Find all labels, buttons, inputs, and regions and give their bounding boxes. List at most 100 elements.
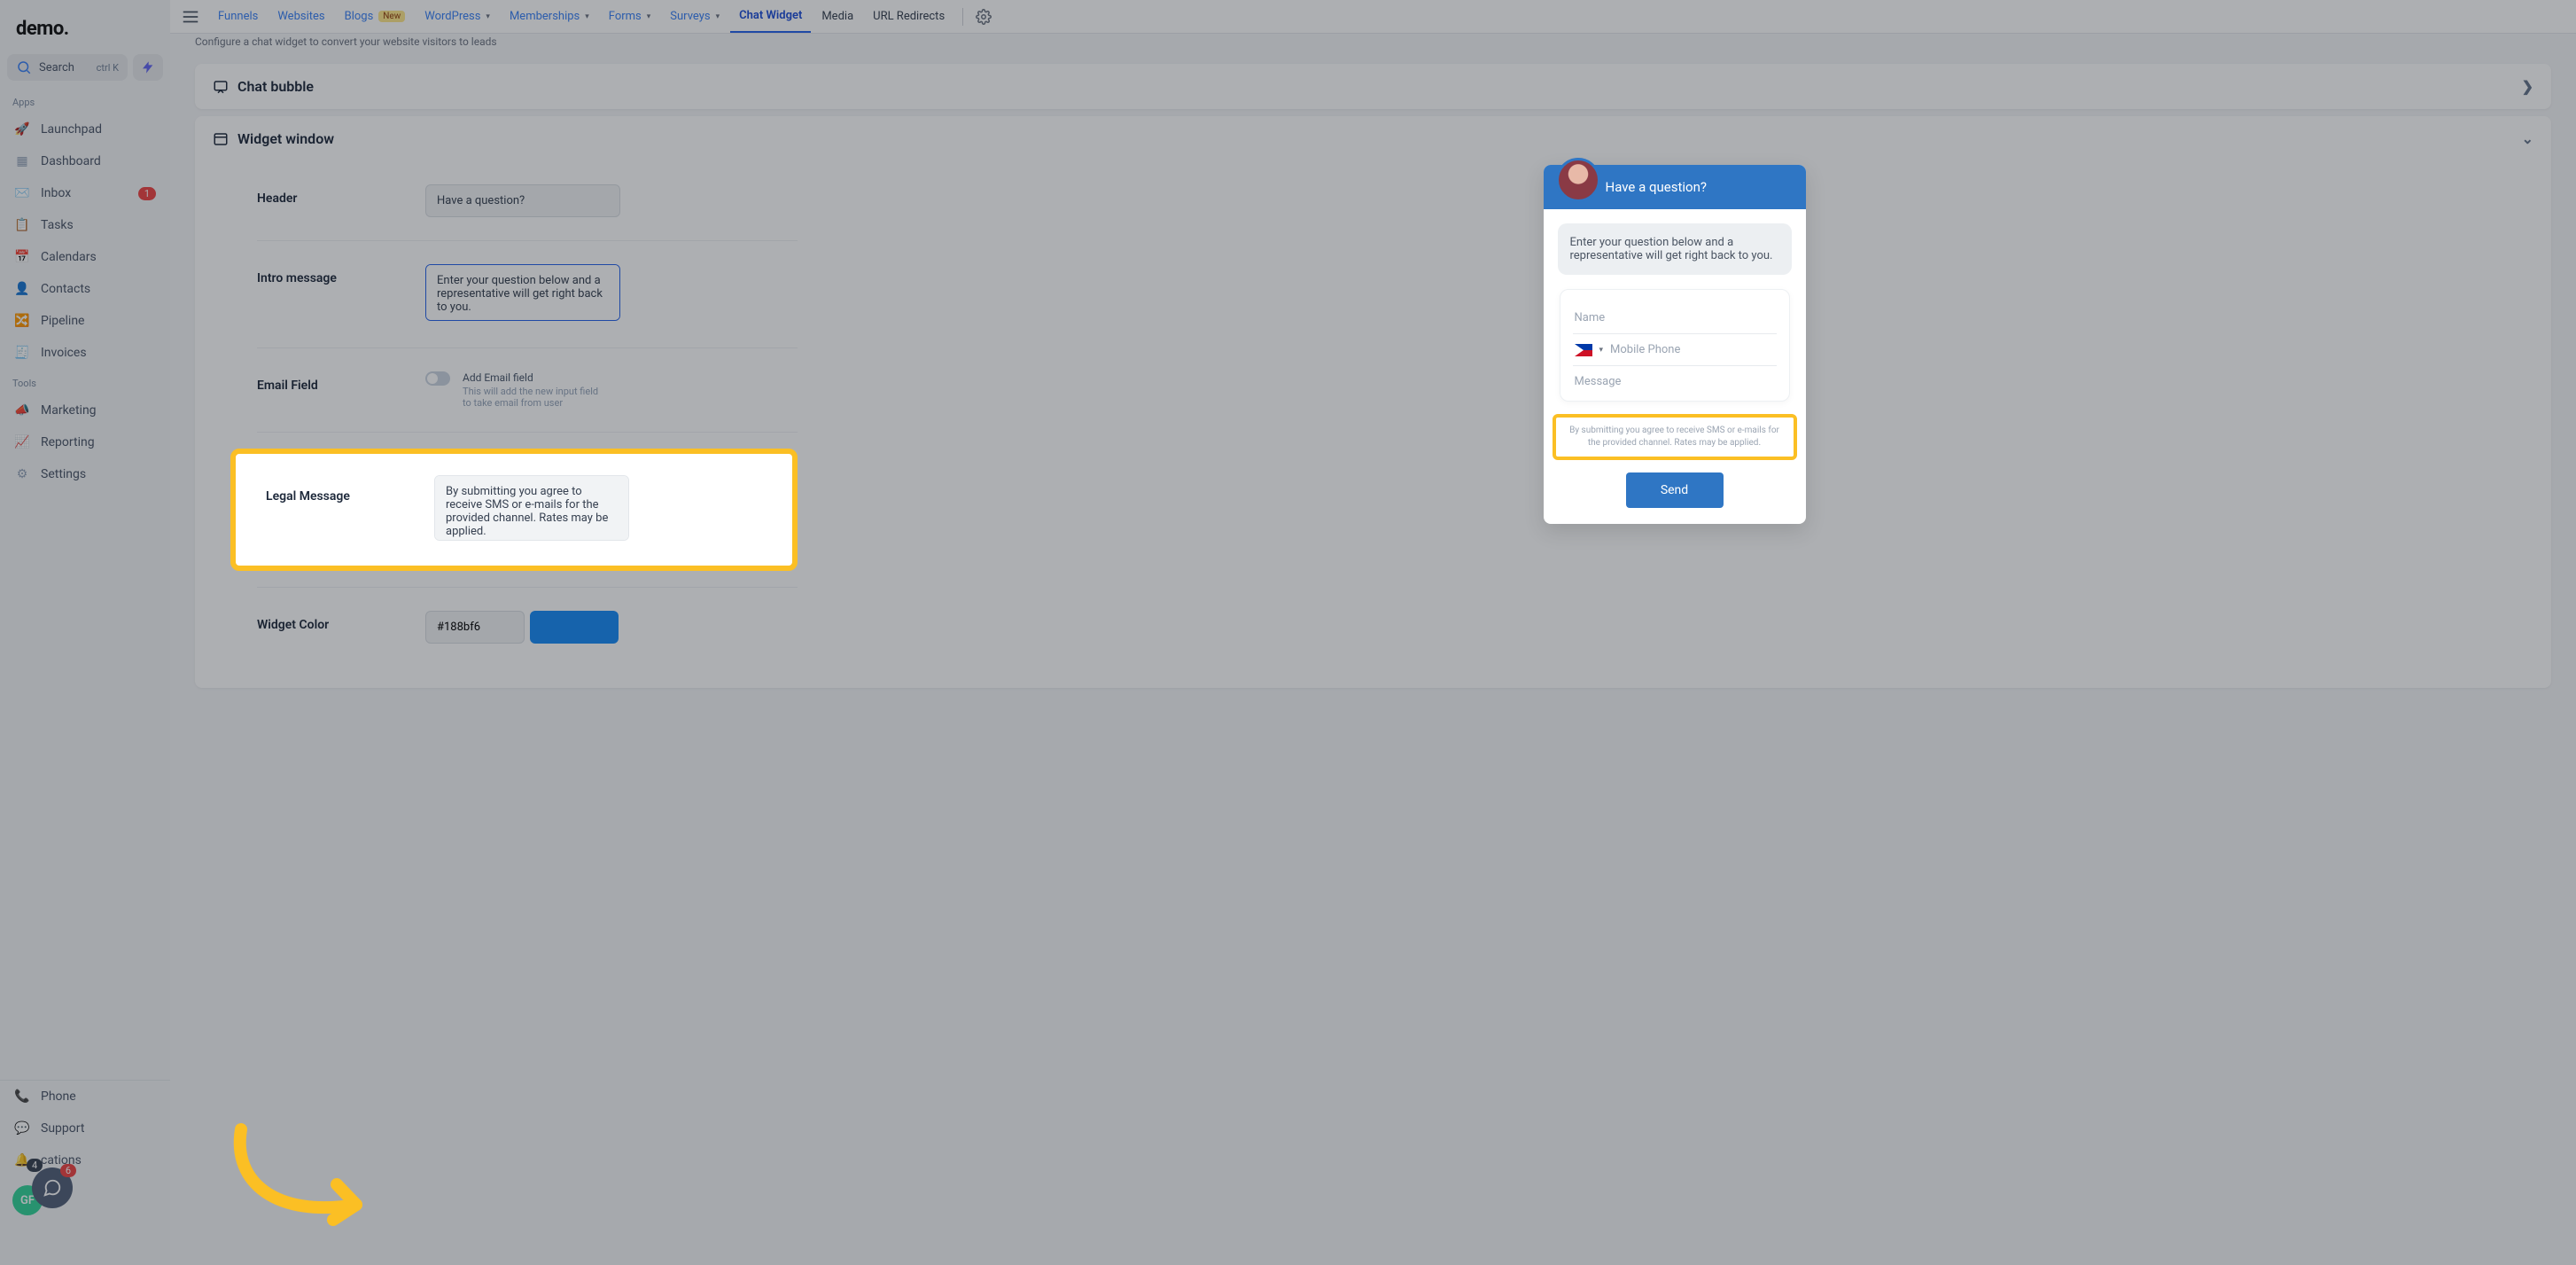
gear-icon[interactable] (976, 9, 992, 25)
sidebar-item-invoices[interactable]: 🧾 Invoices (0, 337, 170, 369)
tab-chat-widget[interactable]: Chat Widget (730, 0, 811, 33)
megaphone-icon: 📣 (14, 402, 30, 418)
email-toggle[interactable] (425, 371, 450, 386)
chevron-down-icon: ⌄ (2522, 130, 2533, 147)
receipt-icon: 🧾 (14, 345, 30, 361)
hamburger-icon[interactable] (181, 7, 200, 27)
sidebar-item-tasks[interactable]: 📋Tasks (0, 209, 170, 241)
toggle-desc: This will add the new input field to tak… (463, 386, 604, 409)
legal-textarea[interactable]: By submitting you agree to receive SMS o… (434, 475, 629, 541)
panel-header[interactable]: Chat bubble ❯ (195, 64, 2551, 109)
chevron-right-icon: ❯ (2522, 78, 2533, 95)
field-label: Email Field (257, 371, 425, 393)
inbox-badge: 1 (138, 187, 156, 200)
page-subheader: Configure a chat widget to convert your … (170, 34, 2576, 57)
topbar: Funnels Websites BlogsNew WordPress▾ Mem… (170, 0, 2576, 34)
color-hex-input[interactable] (425, 611, 525, 644)
form-row-email: Email Field Add Email field This will ad… (257, 348, 798, 433)
gear-icon: ⚙ (14, 466, 30, 482)
widget-form: Header Intro message Enter your question… (195, 161, 798, 667)
color-swatch[interactable] (530, 611, 619, 644)
tab-surveys[interactable]: Surveys▾ (661, 0, 728, 33)
sidebar-item-label: Phone (41, 1089, 76, 1104)
chat-preview-card: Have a question? Enter your question bel… (1544, 165, 1806, 524)
field-label: Intro message (257, 264, 425, 285)
header-input[interactable] (425, 184, 620, 217)
search-kbd: ctrl K (97, 62, 119, 74)
sidebar-item-notifications[interactable]: 🔔cations (0, 1144, 170, 1176)
sidebar-item-launchpad[interactable]: 🚀Launchpad (0, 113, 170, 145)
search-icon (16, 59, 32, 75)
sidebar-item-label: Marketing (41, 403, 97, 418)
panel-title: Widget window (237, 130, 334, 147)
form-row-color: Widget Color (257, 587, 798, 667)
search-input[interactable]: Search ctrl K (7, 54, 128, 81)
main-content: Configure a chat widget to convert your … (170, 34, 2576, 1265)
panel-header[interactable]: Widget window ⌄ (195, 116, 2551, 161)
sidebar-item-calendars[interactable]: 📅 Calendars (0, 241, 170, 273)
panel-title: Chat bubble (237, 78, 314, 95)
preview-phone-ph: Mobile Phone (1610, 343, 1680, 356)
field-label: Header (257, 184, 425, 206)
chevron-down-icon: ▾ (486, 12, 490, 21)
tab-forms[interactable]: Forms▾ (600, 0, 660, 33)
sidebar-item-label: Invoices (41, 346, 87, 360)
sidebar-item-contacts[interactable]: 👤Contacts (0, 273, 170, 305)
tab-memberships[interactable]: Memberships ▾ (501, 0, 598, 33)
form-row-intro: Intro message Enter your question below … (257, 241, 798, 348)
sidebar-item-label: Inbox (41, 186, 71, 200)
sidebar-item-dashboard[interactable]: ▦Dashboard (0, 145, 170, 177)
intro-textarea[interactable]: Enter your question below and a represen… (425, 264, 620, 321)
sidebar-item-support[interactable]: 💬Support (0, 1113, 170, 1144)
tab-label: Media (821, 10, 853, 23)
user-avatar-row[interactable]: GF ile (0, 1176, 170, 1224)
sidebar-item-reporting[interactable]: 📈Reporting (0, 426, 170, 458)
tab-label: Funnels (218, 10, 258, 23)
preview-phone-field[interactable]: ▾ Mobile Phone (1573, 334, 1777, 366)
flow-icon: 🔀 (14, 313, 30, 329)
sidebar: demo. Search ctrl K Apps 🚀Launchpad ▦Das… (0, 0, 170, 1265)
chevron-down-icon: ▾ (716, 12, 720, 21)
avatar-initials: GF (20, 1194, 35, 1207)
sidebar-item-pipeline[interactable]: 🔀 Pipeline (0, 305, 170, 337)
phone-icon: 📞 (14, 1089, 30, 1105)
new-tag: New (378, 11, 405, 22)
preview-form: Name ▾ Mobile Phone Message (1560, 289, 1790, 402)
tab-label: URL Redirects (873, 10, 945, 23)
logo-text: demo (16, 18, 64, 40)
tab-label: Memberships (510, 10, 580, 23)
brand-logo: demo. (0, 0, 170, 47)
sidebar-item-inbox[interactable]: ✉️ Inbox 1 (0, 177, 170, 209)
tab-label: Websites (277, 10, 324, 23)
tab-media[interactable]: Media (813, 0, 862, 33)
preview-message-field[interactable]: Message (1573, 366, 1777, 397)
tab-wordpress[interactable]: WordPress▾ (416, 0, 499, 33)
chat-bubble-icon (43, 1178, 62, 1198)
quick-actions-button[interactable] (133, 54, 163, 81)
field-label: Widget Color (257, 611, 425, 632)
search-label: Search (39, 61, 74, 74)
tab-label: Forms (609, 10, 642, 23)
grid-icon: ▦ (14, 153, 30, 169)
sidebar-item-label: Calendars (41, 250, 97, 264)
tab-websites[interactable]: Websites (268, 0, 333, 33)
chat-fab[interactable]: 4 6 (32, 1167, 73, 1208)
chat-fab-badge-secondary: 4 (27, 1159, 43, 1172)
preview-name-field[interactable]: Name (1573, 302, 1777, 334)
sidebar-item-settings[interactable]: ⚙Settings (0, 458, 170, 490)
chevron-down-icon: ▾ (585, 12, 589, 21)
preview-legal-highlight: By submitting you agree to receive SMS o… (1553, 414, 1797, 460)
preview-send-button[interactable]: Send (1626, 472, 1724, 508)
tab-url-redirects[interactable]: URL Redirects (864, 0, 953, 33)
tab-funnels[interactable]: Funnels (209, 0, 267, 33)
sidebar-item-phone[interactable]: 📞 Phone (0, 1081, 170, 1113)
calendar-icon: 📅 (14, 249, 30, 265)
tab-blogs[interactable]: BlogsNew (336, 0, 415, 33)
mail-icon: ✉️ (14, 185, 30, 201)
sidebar-item-label: Pipeline (41, 314, 85, 328)
sidebar-item-label: Support (41, 1121, 84, 1136)
preview-intro: Enter your question below and a represen… (1558, 223, 1792, 275)
sidebar-item-marketing[interactable]: 📣 Marketing (0, 394, 170, 426)
chart-icon: 📈 (14, 434, 30, 450)
field-label: Legal Message (266, 475, 434, 504)
